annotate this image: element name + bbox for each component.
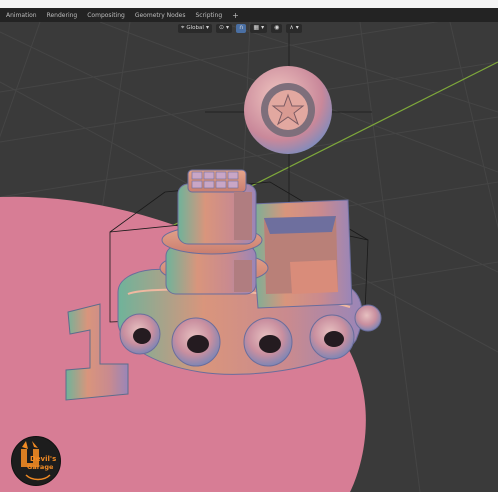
3d-viewport[interactable]: ⌖ Global ▾ ⊙ ▾ ∩ ▦ ▾ ◉ ∧ ▾ (0, 22, 498, 492)
tab-animation[interactable]: Animation (6, 12, 37, 19)
proportional-edit-toggle[interactable]: ◉ (271, 23, 283, 33)
tab-geometry-nodes[interactable]: Geometry Nodes (135, 12, 186, 19)
tab-compositing[interactable]: Compositing (87, 12, 125, 19)
snap-toggle[interactable]: ∩ (236, 23, 247, 33)
transform-orientation-icon: ⌖ (181, 24, 185, 31)
proportional-falloff-dropdown[interactable]: ∧ ▾ (286, 23, 302, 33)
viewport-scene (0, 22, 498, 492)
snap-target-icon: ▦ (253, 24, 260, 31)
bottom-strip (0, 492, 498, 498)
transform-orientation-dropdown[interactable]: ⌖ Global ▾ (178, 23, 212, 33)
chevron-down-icon: ▾ (225, 24, 229, 31)
orientation-label: Global (186, 25, 204, 31)
pivot-icon: ⊙ (218, 24, 224, 31)
tire-3 (243, 317, 293, 367)
tab-scripting[interactable]: Scripting (195, 12, 222, 19)
chimney (159, 169, 269, 295)
tire-1 (119, 313, 161, 355)
logo-line-2: Garage (27, 463, 54, 471)
falloff-icon: ∧ (289, 24, 294, 31)
chevron-down-icon: ▾ (205, 24, 209, 31)
chevron-down-icon: ▾ (295, 24, 299, 31)
logo-line-1: Devil's (30, 455, 57, 463)
viewport-header: ⌖ Global ▾ ⊙ ▾ ∩ ▦ ▾ ◉ ∧ ▾ (178, 22, 302, 34)
snap-magnet-icon: ∩ (239, 24, 244, 31)
chevron-down-icon: ▾ (261, 24, 265, 31)
workspace-tabs-bar: Animation Rendering Compositing Geometry… (0, 8, 498, 22)
tire-4 (309, 314, 355, 360)
snap-settings-dropdown[interactable]: ▦ ▾ (250, 23, 268, 33)
add-workspace-button[interactable]: + (232, 11, 239, 20)
devils-garage-logo: Devil's Garage (11, 436, 61, 486)
tire-5 (354, 304, 382, 332)
cabin (249, 199, 353, 309)
title-strip (0, 0, 498, 8)
proportional-edit-icon: ◉ (274, 24, 280, 31)
star-badge (244, 66, 332, 154)
tab-rendering[interactable]: Rendering (47, 12, 78, 19)
blender-window: Animation Rendering Compositing Geometry… (0, 0, 498, 498)
pivot-point-dropdown[interactable]: ⊙ ▾ (215, 23, 232, 33)
tire-2 (171, 317, 221, 367)
